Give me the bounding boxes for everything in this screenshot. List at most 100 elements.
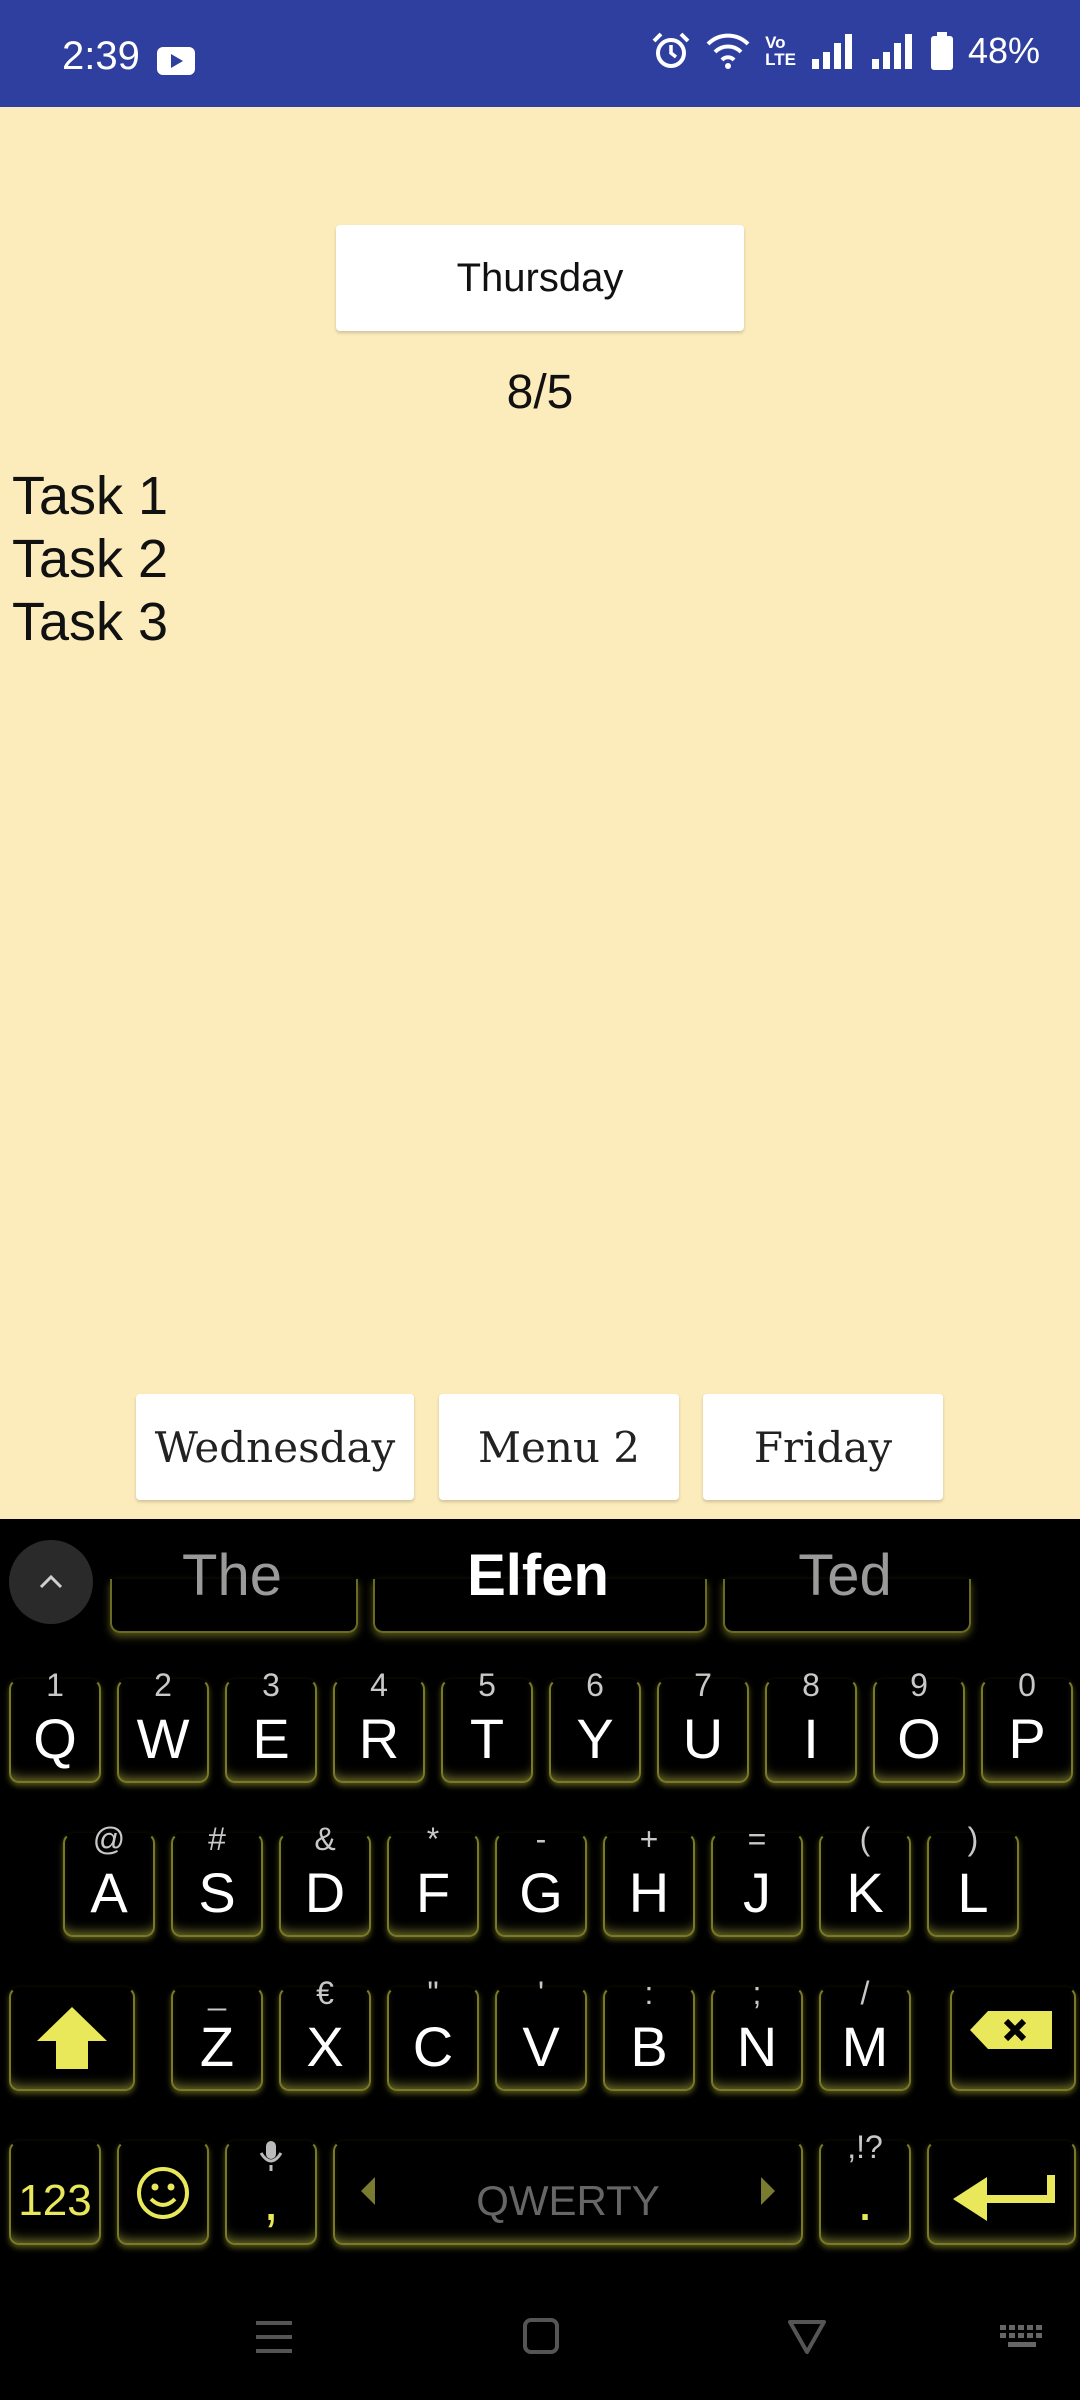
emoji-key[interactable] bbox=[117, 2141, 209, 2245]
shift-arrow-icon bbox=[37, 2007, 107, 2069]
key-hint: ) bbox=[967, 1821, 979, 1857]
key-y[interactable]: 6Y bbox=[549, 1669, 641, 1783]
key-label: R bbox=[358, 1707, 400, 1770]
key-v[interactable]: ' V bbox=[495, 1977, 587, 2091]
key-t[interactable]: 5T bbox=[441, 1669, 533, 1783]
key-d[interactable]: & D bbox=[279, 1823, 371, 1937]
key-hint: 6 bbox=[586, 1667, 604, 1703]
wednesday-button[interactable]: Wednesday bbox=[136, 1394, 414, 1500]
key-f[interactable]: * F bbox=[387, 1823, 479, 1937]
space-key[interactable]: QWERTY bbox=[333, 2141, 803, 2245]
key-label: A bbox=[90, 1861, 128, 1924]
key-hint: € bbox=[316, 1975, 334, 2011]
key-a[interactable]: @ A bbox=[63, 1823, 155, 1937]
key-q[interactable]: 1Q bbox=[9, 1669, 101, 1783]
key-hint: 5 bbox=[478, 1667, 496, 1703]
key-label: O bbox=[897, 1707, 941, 1770]
comma-key[interactable]: , bbox=[225, 2141, 317, 2245]
suggestion-item-primary[interactable]: Elfen bbox=[373, 1519, 703, 1631]
key-i[interactable]: 8I bbox=[765, 1669, 857, 1783]
status-time: 2:39 bbox=[62, 34, 140, 78]
key-label: M bbox=[841, 2015, 889, 2078]
key-label: I bbox=[803, 1707, 819, 1770]
key-hint: ' bbox=[537, 1975, 545, 2011]
key-j[interactable]: = J bbox=[711, 1823, 803, 1937]
key-s[interactable]: # S bbox=[171, 1823, 263, 1937]
suggestion-item[interactable]: Ted bbox=[723, 1519, 967, 1631]
key-x[interactable]: € X bbox=[279, 1977, 371, 2091]
key-hint: _ bbox=[208, 1975, 226, 2011]
key-label: . bbox=[857, 2169, 873, 2232]
battery-percent: 48% bbox=[967, 30, 1040, 71]
enter-arrow-icon bbox=[953, 2175, 1055, 2221]
signal-icon bbox=[811, 34, 852, 69]
day-button[interactable]: Thursday bbox=[336, 225, 744, 331]
key-k[interactable]: (K bbox=[819, 1823, 911, 1937]
key-label: N bbox=[736, 2015, 778, 2078]
signal-icon bbox=[871, 34, 912, 69]
key-label: S bbox=[198, 1861, 236, 1924]
key-b[interactable]: :B bbox=[603, 1977, 695, 2091]
key-n[interactable]: ; N bbox=[711, 1977, 803, 2091]
expand-suggestions-button[interactable] bbox=[9, 1540, 93, 1624]
key-label: Y bbox=[576, 1707, 614, 1770]
task-item: Task 3 bbox=[12, 592, 169, 652]
key-g[interactable]: -G bbox=[495, 1823, 587, 1937]
key-o[interactable]: 9O bbox=[873, 1669, 965, 1783]
key-label: B bbox=[630, 2015, 668, 2078]
period-key[interactable]: ,!?. bbox=[819, 2131, 911, 2245]
key-label: E bbox=[252, 1707, 290, 1770]
status-bar: 2:39 Vo LTE 48% bbox=[0, 0, 1080, 107]
key-p[interactable]: 0P bbox=[981, 1669, 1073, 1783]
smiley-icon bbox=[137, 2167, 189, 2219]
volte-icon: Vo LTE bbox=[765, 34, 796, 68]
shift-key[interactable] bbox=[9, 1987, 135, 2091]
key-hint: # bbox=[208, 1821, 226, 1857]
key-hint: : bbox=[644, 1975, 654, 2011]
youtube-icon bbox=[157, 47, 195, 75]
task-item: Task 2 bbox=[12, 529, 169, 589]
backspace-key[interactable] bbox=[950, 1987, 1076, 2091]
enter-key[interactable] bbox=[927, 2141, 1076, 2245]
keyboard: 1 Q 2 W 3 E 4 R 5 T 6 Y 7 U 8 I 9 O 0 P @ A # S & D * F - G + H = J(K) L _ Z… bbox=[0, 1519, 1080, 2275]
key-c[interactable]: " C bbox=[387, 1977, 479, 2091]
home-icon[interactable] bbox=[522, 2317, 560, 2355]
key-w[interactable]: 2W bbox=[117, 1669, 209, 1783]
key-hint: ; bbox=[752, 1975, 762, 2011]
suggestion-item[interactable]: The bbox=[110, 1519, 354, 1631]
key-label: Z bbox=[199, 2015, 235, 2078]
key-hint: 2 bbox=[154, 1667, 172, 1703]
key-label: T bbox=[469, 1707, 505, 1770]
date-label: 8/5 bbox=[506, 366, 574, 419]
key-label: W bbox=[136, 1707, 190, 1770]
key-m[interactable]: / M bbox=[819, 1977, 911, 2091]
key-l[interactable]: ) L bbox=[927, 1823, 1019, 1937]
numbers-key[interactable]: 123 bbox=[9, 2141, 101, 2245]
backspace-icon bbox=[970, 2011, 1052, 2049]
key-z[interactable]: _ Z bbox=[171, 1977, 263, 2091]
key-hint: ( bbox=[859, 1821, 871, 1857]
key-label: U bbox=[682, 1707, 724, 1770]
key-hint: - bbox=[535, 1821, 547, 1857]
key-h[interactable]: + H bbox=[603, 1823, 695, 1937]
wifi-icon bbox=[706, 33, 750, 69]
key-label: J bbox=[743, 1861, 771, 1924]
key-hint: 9 bbox=[910, 1667, 928, 1703]
key-label: X bbox=[306, 2015, 344, 2078]
key-hint: 8 bbox=[802, 1667, 820, 1703]
task-item: Task 1 bbox=[12, 466, 169, 526]
back-icon[interactable] bbox=[787, 2319, 827, 2355]
key-r[interactable]: 4R bbox=[333, 1669, 425, 1783]
recents-icon[interactable] bbox=[254, 2317, 294, 2357]
friday-button[interactable]: Friday bbox=[703, 1394, 943, 1500]
task-list: Task 1 Task 2 Task 3 bbox=[12, 465, 168, 654]
key-label: L bbox=[957, 1861, 989, 1924]
menu-2-button[interactable]: Menu 2 bbox=[439, 1394, 679, 1500]
key-hint: + bbox=[639, 1821, 659, 1857]
key-label: C bbox=[412, 2015, 454, 2078]
key-u[interactable]: 7U bbox=[657, 1669, 749, 1783]
keyboard-switch-icon[interactable] bbox=[998, 2323, 1046, 2349]
key-e[interactable]: 3E bbox=[225, 1669, 317, 1783]
key-label: K bbox=[846, 1861, 884, 1924]
volte-top: Vo bbox=[765, 33, 786, 52]
